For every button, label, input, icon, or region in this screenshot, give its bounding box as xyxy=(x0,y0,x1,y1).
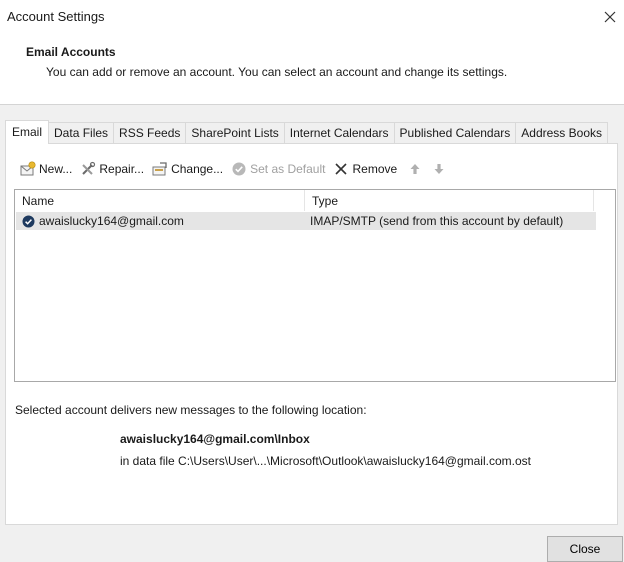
accounts-list[interactable]: Name Type awaislucky164@gmail.com IMAP/S… xyxy=(14,189,616,382)
arrow-down-icon xyxy=(431,161,447,177)
move-up-button[interactable] xyxy=(401,158,429,180)
change-account-label: Change... xyxy=(171,162,224,176)
new-mail-icon xyxy=(20,161,36,177)
tab-internet-calendars[interactable]: Internet Calendars xyxy=(284,122,395,144)
set-default-button[interactable]: Set as Default xyxy=(227,158,329,180)
tab-published-calendars[interactable]: Published Calendars xyxy=(394,122,517,144)
arrow-up-icon xyxy=(407,161,423,177)
default-account-check-icon xyxy=(22,215,35,228)
repair-tools-icon xyxy=(80,161,96,177)
move-down-button[interactable] xyxy=(429,158,449,180)
tab-address-books[interactable]: Address Books xyxy=(516,122,608,144)
delivery-location-folder: awaislucky164@gmail.com\Inbox xyxy=(120,432,310,446)
account-toolbar: New... Repair... Change... Set as Defaul… xyxy=(16,158,449,180)
account-type-cell: IMAP/SMTP (send from this account by def… xyxy=(310,214,564,228)
close-icon[interactable] xyxy=(600,7,620,27)
account-email: awaislucky164@gmail.com xyxy=(39,214,184,228)
checkmark-circle-icon xyxy=(231,161,247,177)
change-account-button[interactable]: Change... xyxy=(148,158,227,180)
table-row[interactable]: awaislucky164@gmail.com IMAP/SMTP (send … xyxy=(16,212,596,230)
repair-account-button[interactable]: Repair... xyxy=(76,158,148,180)
remove-account-button[interactable]: Remove xyxy=(329,158,401,180)
remove-account-label: Remove xyxy=(352,162,398,176)
tab-data-files[interactable]: Data Files xyxy=(49,122,115,144)
close-button[interactable]: Close xyxy=(547,536,623,562)
delivery-location-path: in data file C:\Users\User\...\Microsoft… xyxy=(120,454,531,468)
new-account-button[interactable]: New... xyxy=(16,158,76,180)
column-header-name[interactable]: Name xyxy=(15,190,305,211)
tab-sharepoint-lists[interactable]: SharePoint Lists xyxy=(186,122,285,144)
list-header: Name Type xyxy=(15,190,615,211)
tab-rss-feeds[interactable]: RSS Feeds xyxy=(114,122,187,144)
remove-x-icon xyxy=(333,161,349,177)
dialog-header: Email Accounts You can add or remove an … xyxy=(0,32,624,104)
section-title: Email Accounts xyxy=(26,45,116,59)
account-name-cell: awaislucky164@gmail.com xyxy=(16,212,305,230)
section-description: You can add or remove an account. You ca… xyxy=(46,65,508,79)
tab-email[interactable]: Email xyxy=(5,120,50,144)
column-header-type[interactable]: Type xyxy=(305,190,594,211)
change-settings-icon xyxy=(152,161,168,177)
window-title: Account Settings xyxy=(7,9,105,24)
title-bar: Account Settings xyxy=(0,0,624,32)
dialog-body: Email Data Files RSS Feeds SharePoint Li… xyxy=(0,104,624,562)
repair-account-label: Repair... xyxy=(99,162,145,176)
set-default-label: Set as Default xyxy=(250,162,326,176)
new-account-label: New... xyxy=(39,162,73,176)
tab-strip: Email Data Files RSS Feeds SharePoint Li… xyxy=(5,120,608,144)
email-tab-panel: New... Repair... Change... Set as Defaul… xyxy=(5,143,618,525)
delivery-location-label: Selected account delivers new messages t… xyxy=(15,403,367,417)
